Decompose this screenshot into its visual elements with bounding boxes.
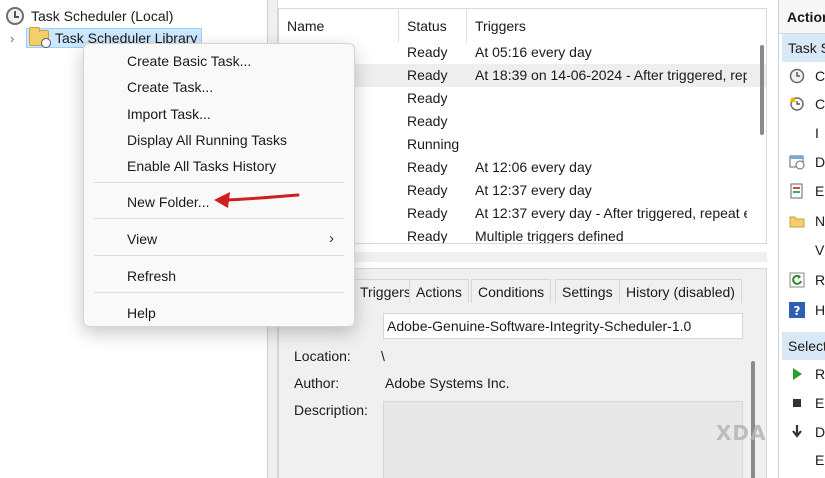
detail-scrollbar[interactable] <box>751 361 755 478</box>
column-header-name[interactable]: Name <box>279 9 399 43</box>
actions-section-selected[interactable]: Selecte <box>782 332 825 360</box>
action-item[interactable]: R <box>789 268 825 292</box>
column-header-status[interactable]: Status <box>399 9 467 43</box>
task-triggers: At 12:06 every day <box>475 159 592 175</box>
action-item[interactable]: C <box>789 64 825 88</box>
tree-root-label: Task Scheduler (Local) <box>31 8 174 24</box>
action-item[interactable]: V <box>789 238 824 262</box>
actions-section-task-scheduler[interactable]: Task Sc <box>782 34 825 62</box>
author-value: Adobe Systems Inc. <box>385 375 510 391</box>
action-item[interactable]: N <box>789 209 825 233</box>
location-value: \ <box>381 348 385 364</box>
refresh-icon <box>789 272 805 288</box>
task-list-scrollbar[interactable] <box>760 45 764 135</box>
tab-settings[interactable]: Settings <box>555 279 620 303</box>
disable-icon <box>792 425 802 438</box>
action-item[interactable]: R <box>789 362 825 386</box>
menu-item-display-running-tasks[interactable]: Display All Running Tasks <box>127 127 287 153</box>
task-triggers: At 12:37 every day <box>475 182 592 198</box>
description-field[interactable] <box>383 401 743 478</box>
menu-separator <box>94 255 344 256</box>
actions-pane: Actions Task Sc C C I D E N V R ? H Sele… <box>778 0 825 478</box>
create-task-icon <box>790 97 804 111</box>
actions-header: Actions <box>779 0 825 34</box>
task-status: Ready <box>407 159 448 175</box>
blank-icon <box>789 452 805 468</box>
menu-item-refresh[interactable]: Refresh <box>127 263 176 289</box>
menu-item-help[interactable]: Help <box>127 300 156 326</box>
column-header-triggers[interactable]: Triggers <box>467 9 766 43</box>
red-arrow-annotation <box>214 192 300 208</box>
folder-icon <box>789 216 805 228</box>
tab-history[interactable]: History (disabled) <box>619 279 742 303</box>
action-item[interactable]: E <box>789 391 824 415</box>
task-status: Ready <box>407 113 448 129</box>
action-item[interactable]: E <box>789 179 824 203</box>
help-icon: ? <box>789 302 805 318</box>
action-item[interactable]: C <box>789 92 825 116</box>
task-triggers: Multiple triggers defined <box>475 228 624 244</box>
history-icon <box>790 183 803 199</box>
svg-text:?: ? <box>794 304 801 318</box>
blank-icon <box>789 242 805 258</box>
task-status: Running <box>407 136 460 152</box>
task-status: Ready <box>407 182 448 198</box>
clock-icon <box>6 7 24 25</box>
watermark-logo: XDA <box>716 421 767 445</box>
run-icon <box>793 368 802 380</box>
task-triggers: At 12:37 every day - After triggered, re… <box>475 205 747 221</box>
action-item[interactable]: E <box>789 448 824 472</box>
task-status: Ready <box>407 44 448 60</box>
task-status: Ready <box>407 205 448 221</box>
running-tasks-icon <box>789 155 805 170</box>
menu-item-new-folder[interactable]: New Folder... <box>127 189 209 215</box>
description-label: Description: <box>294 402 368 418</box>
task-status: Ready <box>407 228 448 244</box>
context-menu: Create Basic Task... Create Task... Impo… <box>83 43 355 327</box>
clock-icon <box>789 68 805 84</box>
tab-actions[interactable]: Actions <box>409 279 469 303</box>
action-item[interactable]: D <box>789 150 825 174</box>
menu-item-import-task[interactable]: Import Task... <box>127 101 211 127</box>
location-label: Location: <box>294 348 351 364</box>
menu-separator <box>94 182 344 183</box>
tree-root-item[interactable]: Task Scheduler (Local) <box>6 7 173 25</box>
task-status: Ready <box>407 67 448 83</box>
end-icon <box>793 399 801 407</box>
detail-body: Adobe-Genuine-Software-Integrity-Schedul… <box>279 303 766 478</box>
task-status: Ready <box>407 90 448 106</box>
menu-item-create-task[interactable]: Create Task... <box>127 74 213 100</box>
blank-icon <box>789 125 805 141</box>
chevron-right-icon[interactable]: › <box>10 31 22 46</box>
menu-item-enable-history[interactable]: Enable All Tasks History <box>127 153 276 179</box>
author-label: Author: <box>294 375 340 391</box>
task-triggers: At 18:39 on 14-06-2024 - After triggered… <box>475 67 747 83</box>
chevron-right-icon: › <box>329 230 334 247</box>
menu-separator <box>94 218 344 219</box>
menu-item-create-basic-task[interactable]: Create Basic Task... <box>127 48 251 74</box>
tab-conditions[interactable]: Conditions <box>471 279 552 303</box>
menu-separator <box>94 292 344 293</box>
action-item[interactable]: D <box>789 420 825 444</box>
task-triggers: At 05:16 every day <box>475 44 592 60</box>
action-item[interactable]: I <box>789 121 819 145</box>
task-folder-icon <box>29 27 51 48</box>
action-item[interactable]: ? H <box>789 298 825 322</box>
menu-item-view[interactable]: View <box>127 226 157 252</box>
task-name-field[interactable]: Adobe-Genuine-Software-Integrity-Schedul… <box>383 313 743 339</box>
